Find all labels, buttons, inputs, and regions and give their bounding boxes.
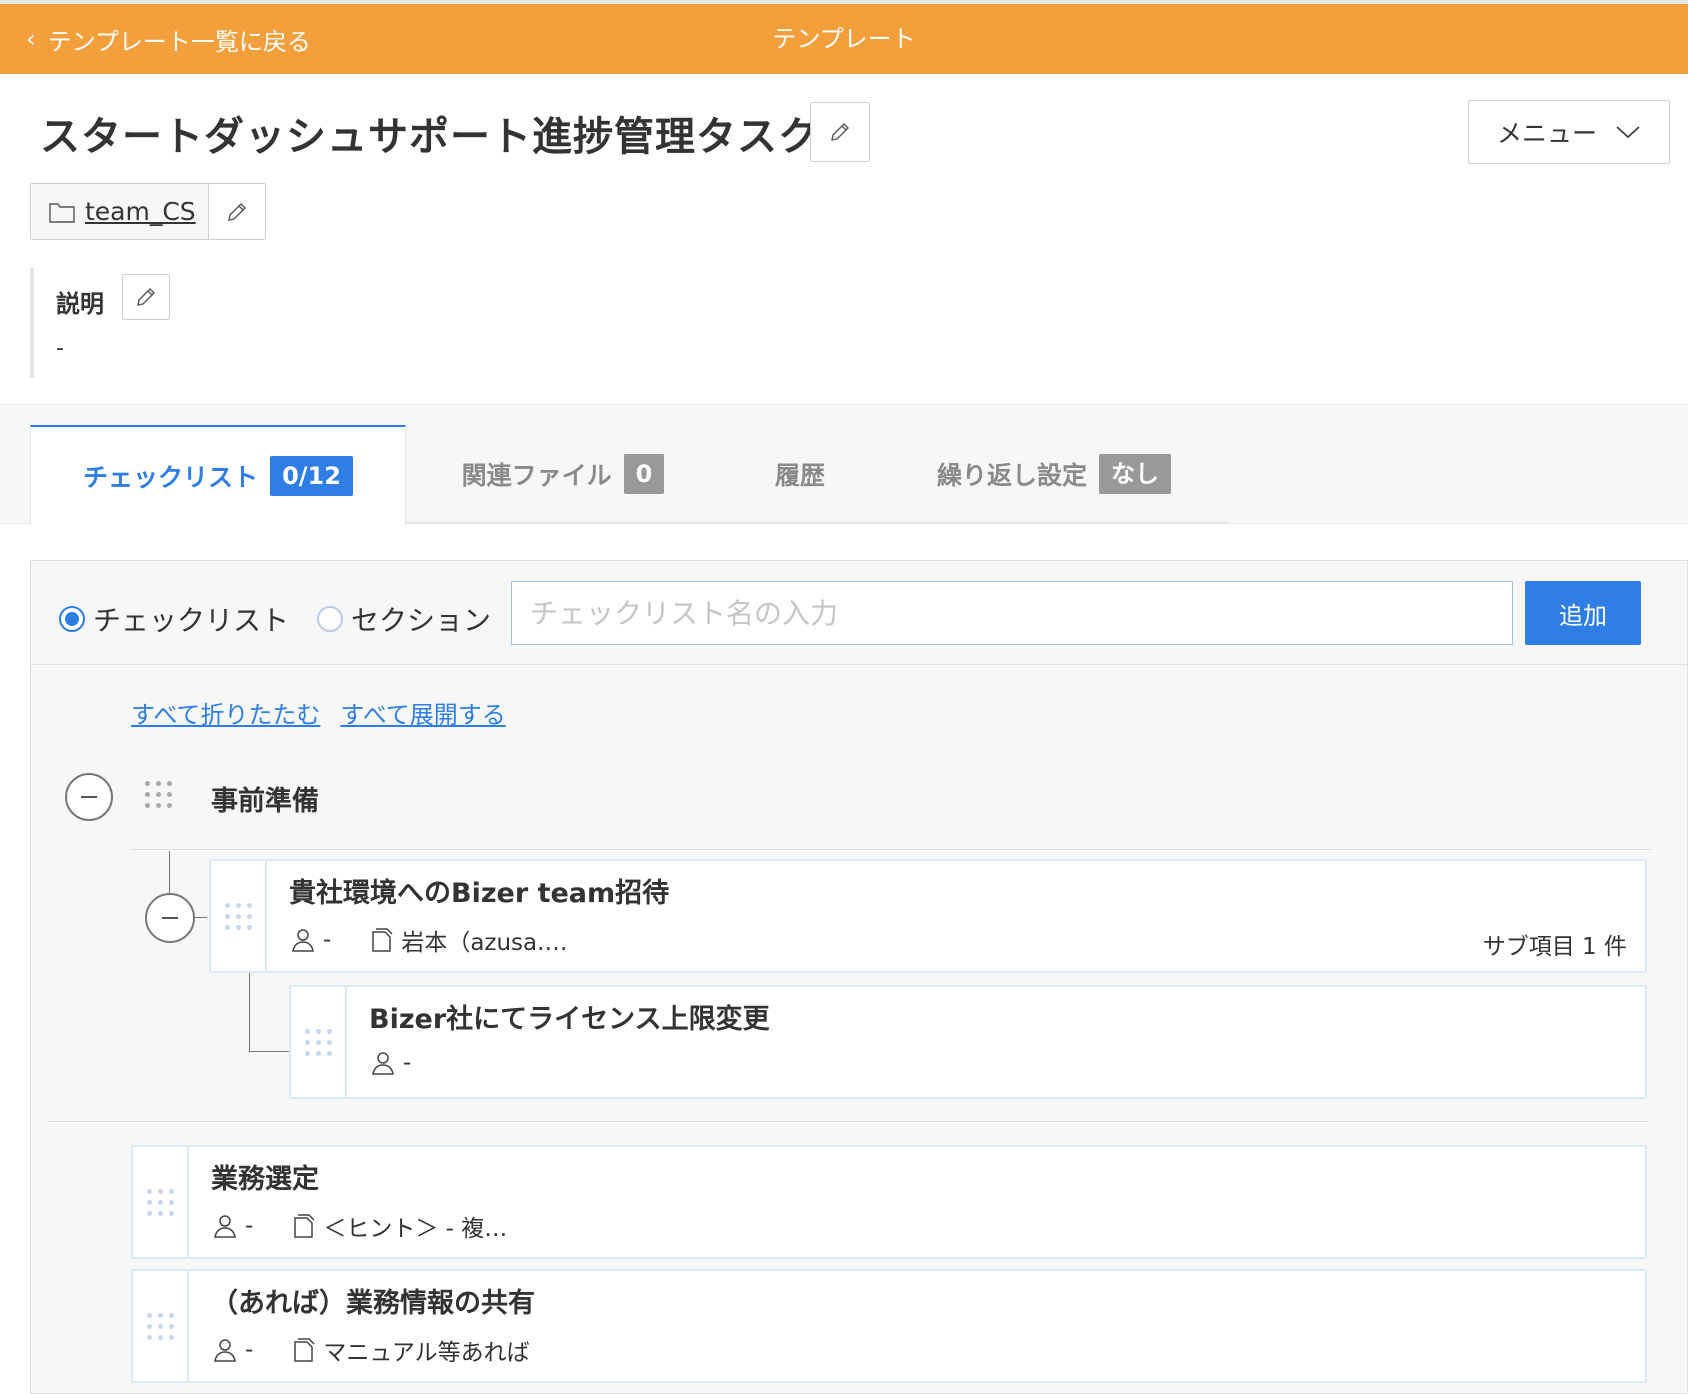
tree-connector [169, 851, 170, 895]
drag-handle-icon [147, 1313, 175, 1341]
tab-repeat-settings[interactable]: 繰り返し設定 なし [880, 425, 1228, 524]
description-label: 説明 [56, 290, 104, 318]
radio-checklist[interactable]: チェックリスト [59, 599, 289, 639]
user-icon [214, 1339, 236, 1362]
tab-history[interactable]: 履歴 [720, 425, 880, 524]
item-meta: - マニュアル等あれば [211, 1333, 530, 1367]
memo-icon [372, 928, 393, 952]
tree-connector [249, 1051, 289, 1052]
menu-label: メニュー [1496, 119, 1597, 148]
radio-section[interactable]: セクション [317, 599, 491, 639]
drag-handle-icon [305, 1029, 333, 1057]
checklist-name-input[interactable] [511, 581, 1513, 645]
assignee: - [323, 927, 332, 953]
checklist-item[interactable]: 貴社環境へのBizer team招待 - 岩本（azusa.… サブ項目 1 件 [209, 859, 1647, 973]
item-drag-handle[interactable] [291, 987, 347, 1097]
tab-badge: 0 [623, 453, 665, 494]
user-icon [214, 1215, 236, 1238]
radio-unchecked-icon [317, 606, 343, 632]
item-title: Bizer社にてライセンス上限変更 [369, 1004, 770, 1035]
radio-checked-icon [59, 606, 85, 632]
item-drag-handle[interactable] [211, 861, 267, 971]
collapse-all-link[interactable]: すべて折りたたむ [131, 695, 320, 730]
edit-description-button[interactable] [122, 274, 170, 320]
item-drag-handle[interactable] [133, 1147, 189, 1257]
memo-text: ＜ヒント＞ - 複… [323, 1216, 508, 1242]
folder-icon [49, 202, 75, 223]
tab-checklist[interactable]: チェックリスト 0/12 [30, 425, 406, 525]
drag-handle-icon [147, 1189, 175, 1217]
assignee: - [403, 1050, 412, 1076]
back-to-template-list-link[interactable]: ‹ テンプレート一覧に戻る [26, 4, 311, 74]
memo-icon [294, 1214, 315, 1238]
folder-selector: team_CS [30, 183, 266, 240]
collapse-section-button[interactable] [65, 773, 113, 821]
chevron-left-icon: ‹ [26, 25, 36, 53]
description-block: 説明 - [30, 268, 430, 378]
assignee: - [245, 1213, 254, 1239]
back-label: テンプレート一覧に戻る [47, 27, 311, 56]
page-title: スタートダッシュサポート進捗管理タスク [40, 114, 819, 160]
section-title: 事前準備 [211, 786, 319, 817]
pencil-icon [228, 202, 246, 221]
sub-item-count: サブ項目 1 件 [1482, 934, 1627, 960]
pencil-icon [137, 288, 155, 306]
tab-label: 関連ファイル [461, 460, 612, 490]
chevron-down-icon [1616, 126, 1640, 139]
user-icon [292, 929, 314, 952]
tab-label: チェックリスト [83, 463, 259, 492]
item-drag-handle[interactable] [133, 1271, 189, 1381]
item-meta: - 岩本（azusa.… [289, 923, 567, 957]
checklist-item[interactable]: 業務選定 - ＜ヒント＞ - 複… [131, 1145, 1647, 1259]
folder-link[interactable]: team_CS [31, 184, 209, 239]
divider [49, 1121, 1649, 1122]
item-title: 業務選定 [211, 1164, 319, 1195]
checklist-panel: チェックリスト セクション 追加 すべて折りたたむ すべて展開する 事前準備 貴… [30, 560, 1688, 1394]
item-title: （あれば）業務情報の共有 [211, 1288, 535, 1319]
item-meta: - [369, 1049, 411, 1077]
tab-badge: なし [1099, 453, 1171, 494]
radio-label: チェックリスト [93, 604, 290, 637]
expand-all-link[interactable]: すべて展開する [340, 695, 505, 730]
drag-handle-icon[interactable] [145, 781, 173, 809]
header-bar: ‹ テンプレート一覧に戻る テンプレート [0, 4, 1688, 74]
tab-label: 履歴 [774, 460, 825, 490]
pencil-icon [831, 123, 849, 141]
drag-handle-icon [225, 903, 253, 931]
memo-text: 岩本（azusa.… [401, 930, 568, 956]
tab-label: 繰り返し設定 [936, 460, 1087, 490]
tree-connector [249, 971, 250, 1051]
radio-label: セクション [351, 604, 492, 637]
edit-folder-button[interactable] [209, 184, 265, 239]
item-title: 貴社環境へのBizer team招待 [289, 878, 670, 909]
expand-collapse-links: すべて折りたたむ すべて展開する [131, 695, 506, 730]
folder-name: team_CS [85, 197, 196, 226]
collapse-item-button[interactable] [145, 893, 195, 943]
description-value: - [56, 336, 64, 361]
checklist-subitem[interactable]: Bizer社にてライセンス上限変更 - [289, 985, 1647, 1099]
menu-button[interactable]: メニュー [1468, 100, 1670, 164]
tab-badge: 0/12 [270, 456, 353, 496]
tab-related-files[interactable]: 関連ファイル 0 [406, 425, 720, 524]
item-meta: - ＜ヒント＞ - 複… [211, 1209, 507, 1243]
add-button[interactable]: 追加 [1525, 581, 1641, 645]
memo-text: マニュアル等あれば [323, 1340, 530, 1366]
divider [131, 849, 1651, 850]
memo-icon [294, 1338, 315, 1362]
checklist-item[interactable]: （あれば）業務情報の共有 - マニュアル等あれば [131, 1269, 1647, 1383]
assignee: - [245, 1337, 254, 1363]
user-icon [372, 1052, 394, 1075]
add-item-bar: チェックリスト セクション 追加 [31, 561, 1688, 665]
tab-bar: チェックリスト 0/12 関連ファイル 0 履歴 繰り返し設定 なし [0, 404, 1688, 525]
edit-title-button[interactable] [810, 102, 870, 162]
